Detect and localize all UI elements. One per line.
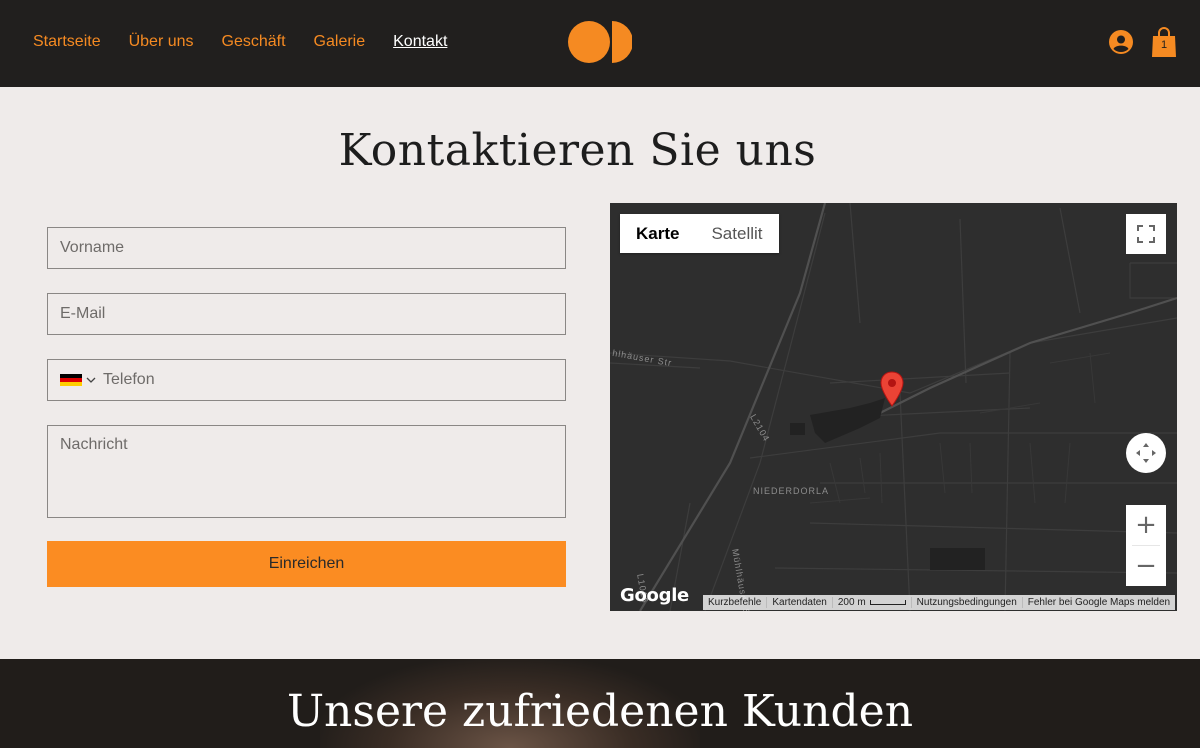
map-data-link[interactable]: Kartendaten: [767, 597, 833, 608]
nav-kontakt[interactable]: Kontakt: [393, 33, 447, 51]
page-title: Kontaktieren Sie uns: [338, 125, 817, 176]
google-map[interactable]: hlhäuser Str L2104 NIEDERDORLA Mühlhäuse…: [610, 203, 1177, 611]
zoom-out-button[interactable]: −: [1126, 546, 1166, 586]
camera-control-button[interactable]: [1126, 433, 1166, 473]
map-attribution: Kurzbefehle Kartendaten 200 m Nutzungsbe…: [703, 595, 1176, 610]
map-scale[interactable]: 200 m: [833, 597, 912, 608]
map-town-label: NIEDERDORLA: [753, 486, 830, 496]
country-code-selector[interactable]: [60, 360, 96, 400]
terms-link[interactable]: Nutzungsbedingungen: [912, 597, 1023, 608]
scale-bar: [869, 599, 906, 605]
nav-galerie[interactable]: Galerie: [314, 33, 366, 51]
message-textarea[interactable]: [48, 426, 565, 517]
map-canvas[interactable]: [610, 203, 1177, 611]
nav-ueber-uns[interactable]: Über uns: [129, 33, 194, 51]
firstname-input[interactable]: [48, 228, 565, 268]
phone-input[interactable]: [48, 360, 565, 400]
email-input[interactable]: [48, 294, 565, 334]
message-field: [47, 425, 566, 518]
firstname-field: [47, 227, 566, 269]
fullscreen-button[interactable]: [1126, 214, 1166, 254]
map-type-karte-button[interactable]: Karte: [620, 214, 696, 253]
map-marker-icon[interactable]: [880, 371, 904, 407]
keyboard-shortcuts-link[interactable]: Kurzbefehle: [703, 597, 768, 608]
map-type-satellit-button[interactable]: Satellit: [695, 214, 779, 253]
testimonials-banner: Unsere zufriedenen Kunden: [0, 659, 1200, 748]
scale-label: 200 m: [837, 597, 866, 608]
nav-startseite[interactable]: Startseite: [33, 33, 101, 51]
map-type-control: Karte Satellit: [620, 214, 779, 253]
submit-button[interactable]: Einreichen: [47, 541, 566, 587]
nav-geschaeft[interactable]: Geschäft: [222, 33, 286, 51]
cart-count: 1: [1160, 39, 1168, 51]
logo-icon[interactable]: [568, 20, 632, 64]
fullscreen-icon: [1137, 225, 1155, 243]
shopping-bag-icon[interactable]: 1: [1151, 26, 1177, 58]
user-icon[interactable]: [1109, 30, 1133, 54]
zoom-control: + −: [1126, 505, 1166, 586]
site-header: Startseite Über uns Geschäft Galerie Kon…: [0, 0, 1200, 87]
google-logo[interactable]: Google: [620, 585, 689, 606]
germany-flag-icon: [60, 373, 82, 387]
pan-arrows-icon: [1136, 443, 1156, 463]
chevron-down-icon: [86, 377, 96, 383]
report-error-link[interactable]: Fehler bei Google Maps melden: [1023, 597, 1175, 608]
phone-field: [47, 359, 566, 401]
main-nav: Startseite Über uns Geschäft Galerie Kon…: [33, 33, 475, 51]
zoom-in-button[interactable]: +: [1126, 505, 1166, 545]
email-field: [47, 293, 566, 335]
testimonials-title: Unsere zufriedenen Kunden: [286, 686, 914, 737]
